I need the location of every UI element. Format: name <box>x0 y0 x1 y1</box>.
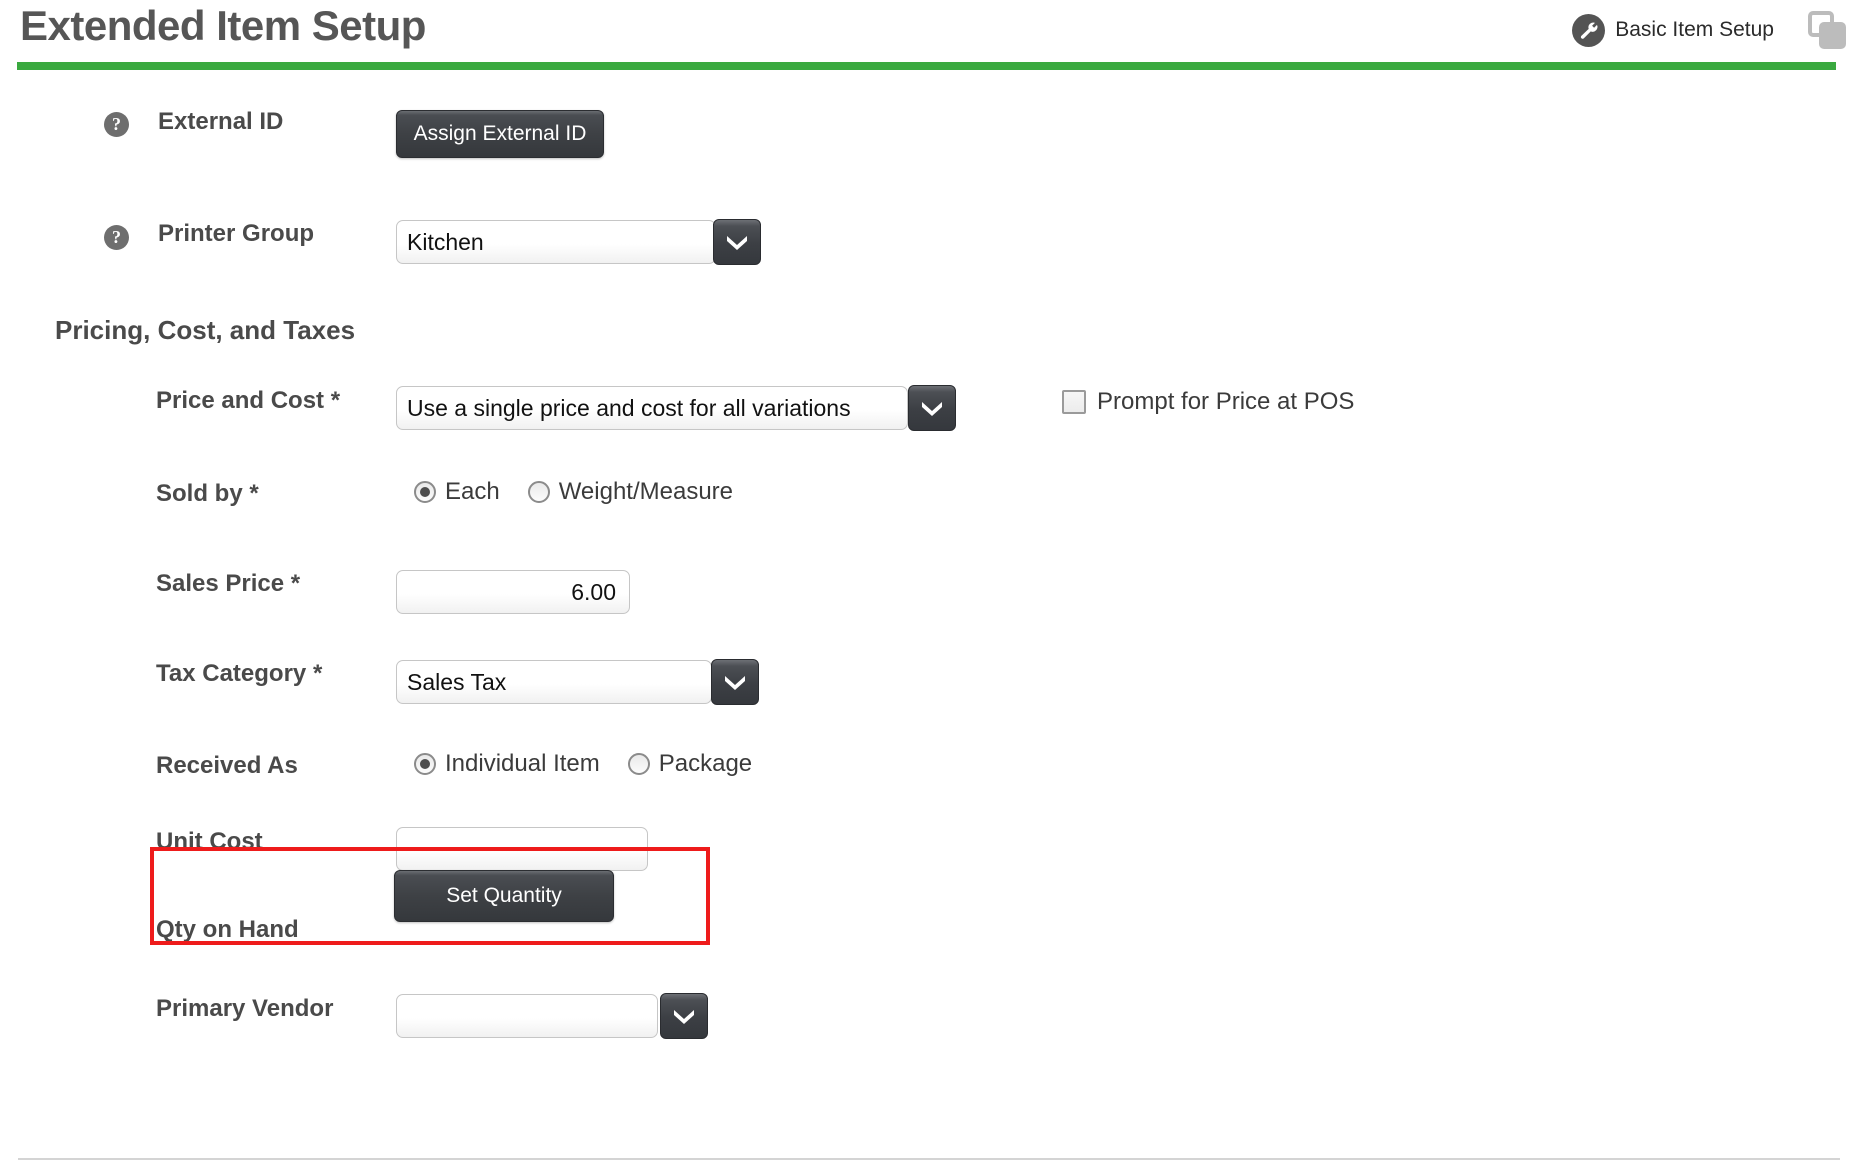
accent-divider-bar <box>17 62 1836 70</box>
basic-item-setup-link[interactable]: Basic Item Setup <box>1615 18 1774 42</box>
radio-icon-weight-measure[interactable] <box>527 481 550 503</box>
set-quantity-button[interactable]: Set Quantity <box>394 870 614 922</box>
sold-by-option-weight-measure[interactable]: Weight/Measure <box>527 478 734 506</box>
external-id-help-icon[interactable]: ? <box>104 112 129 137</box>
printer-group-help-icon[interactable]: ? <box>104 225 129 250</box>
received-as-label: Received As <box>156 752 298 779</box>
qty-on-hand-label: Qty on Hand <box>156 916 299 943</box>
extended-item-setup-page: Extended Item Setup Basic Item Setup ? E… <box>0 0 1854 1166</box>
sales-price-input[interactable]: 6.00 <box>396 570 630 614</box>
page-title: Extended Item Setup <box>20 2 426 49</box>
printer-group-chevron-down-icon[interactable] <box>713 219 761 265</box>
primary-vendor-select[interactable] <box>396 994 658 1038</box>
price-and-cost-label: Price and Cost * <box>156 387 341 414</box>
primary-vendor-label: Primary Vendor <box>156 995 334 1022</box>
sold-by-option-weight-measure-label: Weight/Measure <box>558 478 734 505</box>
received-as-option-individual-item[interactable]: Individual Item <box>414 750 600 778</box>
unit-cost-input[interactable] <box>396 827 648 871</box>
tax-category-select[interactable]: Sales Tax <box>396 660 712 704</box>
header-actions: Basic Item Setup <box>1572 8 1854 52</box>
primary-vendor-chevron-down-icon[interactable] <box>660 993 708 1039</box>
wrench-icon[interactable] <box>1572 13 1606 47</box>
external-id-label: External ID <box>158 108 284 135</box>
price-and-cost-select[interactable]: Use a single price and cost for all vari… <box>396 386 908 430</box>
radio-icon-package[interactable] <box>627 753 650 775</box>
prompt-for-price-checkbox-row[interactable]: Prompt for Price at POS <box>1062 388 1354 416</box>
bottom-divider <box>18 1158 1840 1160</box>
radio-icon-each[interactable] <box>414 481 436 503</box>
copy-icon-front-sheet <box>1819 22 1846 49</box>
copy-icon[interactable] <box>1808 9 1848 51</box>
sold-by-option-each[interactable]: Each <box>414 478 500 506</box>
printer-group-label: Printer Group <box>158 220 315 247</box>
received-as-option-individual-item-label: Individual Item <box>445 750 600 777</box>
prompt-for-price-checkbox[interactable] <box>1062 390 1086 414</box>
received-as-option-package-label: Package <box>658 750 753 777</box>
sold-by-label: Sold by * <box>156 480 259 507</box>
sold-by-option-each-label: Each <box>445 478 500 505</box>
assign-external-id-button[interactable]: Assign External ID <box>396 110 604 158</box>
pricing-section-heading: Pricing, Cost, and Taxes <box>55 315 356 345</box>
page-header: Extended Item Setup Basic Item Setup <box>0 0 1854 62</box>
received-as-option-package[interactable]: Package <box>627 750 753 778</box>
tax-category-label: Tax Category * <box>156 660 323 687</box>
sold-by-radio-group: Each Weight/Measure <box>414 478 761 506</box>
tax-category-chevron-down-icon[interactable] <box>711 659 759 705</box>
sales-price-label: Sales Price * <box>156 570 301 597</box>
radio-icon-individual-item[interactable] <box>414 753 436 775</box>
price-and-cost-chevron-down-icon[interactable] <box>908 385 956 431</box>
printer-group-select[interactable]: Kitchen <box>396 220 716 264</box>
unit-cost-label: Unit Cost <box>156 828 263 855</box>
received-as-radio-group: Individual Item Package <box>414 750 780 778</box>
prompt-for-price-label: Prompt for Price at POS <box>1097 388 1355 415</box>
